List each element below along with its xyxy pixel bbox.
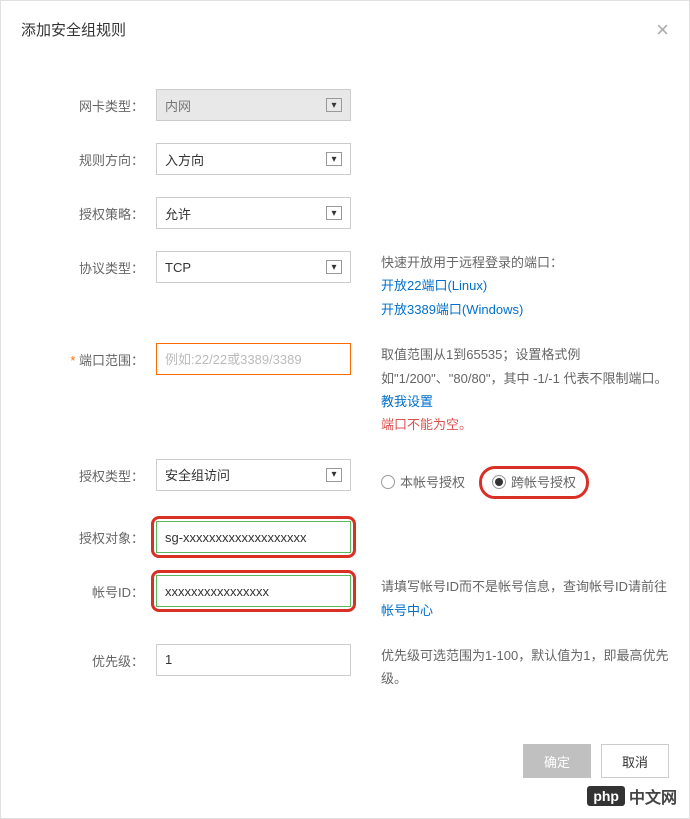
watermark: php 中文网	[587, 784, 677, 808]
chevron-down-icon: ▾	[326, 206, 342, 220]
modal-header: 添加安全组规则 ×	[1, 1, 689, 59]
radio-checked-icon	[492, 475, 506, 489]
account-id-label: 帐号ID：	[21, 575, 156, 601]
auth-object-label: 授权对象：	[21, 521, 156, 547]
auth-type-select[interactable]: 安全组访问 ▾	[156, 459, 351, 491]
radio-label-cross: 跨帐号授权	[511, 471, 576, 494]
auth-type-value: 安全组访问	[165, 465, 230, 484]
form: 网卡类型： 内网 ▾ 规则方向： 入方向 ▾ 授权策略： 允许	[1, 59, 689, 691]
nic-value: 内网	[165, 96, 191, 115]
protocol-select[interactable]: TCP ▾	[156, 251, 351, 283]
port-hint-link[interactable]: 教我设置	[381, 394, 433, 409]
protocol-hint: 快速开放用于远程登录的端口：	[381, 251, 669, 274]
account-id-input[interactable]	[156, 575, 351, 607]
port-hint: 取值范围从1到65535；设置格式例如"1/200"、"80/80"，其中 -1…	[381, 347, 667, 385]
account-id-hint: 请填写帐号ID而不是帐号信息，查询帐号ID请前往	[381, 579, 667, 594]
direction-value: 入方向	[165, 150, 204, 169]
account-center-link[interactable]: 帐号中心	[381, 603, 433, 618]
direction-label: 规则方向：	[21, 143, 156, 169]
port-input[interactable]	[156, 343, 351, 375]
priority-input[interactable]	[156, 644, 351, 676]
protocol-label: 协议类型：	[21, 251, 156, 277]
nic-select[interactable]: 内网 ▾	[156, 89, 351, 121]
open-port-22-link[interactable]: 开放22端口(Linux)	[381, 274, 669, 297]
priority-hint: 优先级可选范围为1-100，默认值为1，即最高优先级。	[351, 644, 669, 691]
close-icon[interactable]: ×	[656, 19, 669, 41]
chevron-down-icon: ▾	[326, 98, 342, 112]
watermark-logo: php	[587, 786, 625, 806]
modal-dialog: 添加安全组规则 × 网卡类型： 内网 ▾ 规则方向： 入方向 ▾ 授权策略：	[0, 0, 690, 819]
port-error: 端口不能为空。	[381, 413, 669, 436]
modal-title: 添加安全组规则	[21, 22, 126, 39]
nic-label: 网卡类型：	[21, 89, 156, 115]
chevron-down-icon: ▾	[326, 468, 342, 482]
policy-label: 授权策略：	[21, 197, 156, 223]
chevron-down-icon: ▾	[326, 152, 342, 166]
port-label: 端口范围：	[21, 343, 156, 369]
protocol-value: TCP	[165, 260, 191, 275]
modal-footer: 确定 取消	[523, 744, 669, 778]
policy-value: 允许	[165, 204, 191, 223]
ok-button[interactable]: 确定	[523, 744, 591, 778]
priority-label: 优先级：	[21, 644, 156, 670]
radio-cross-account[interactable]: 跨帐号授权	[479, 466, 589, 499]
chevron-down-icon: ▾	[326, 260, 342, 274]
auth-type-label: 授权类型：	[21, 459, 156, 485]
cancel-button[interactable]: 取消	[601, 744, 669, 778]
watermark-text: 中文网	[629, 784, 677, 808]
policy-select[interactable]: 允许 ▾	[156, 197, 351, 229]
auth-radio-group: 本帐号授权 跨帐号授权	[381, 459, 669, 499]
direction-select[interactable]: 入方向 ▾	[156, 143, 351, 175]
radio-same-account[interactable]: 本帐号授权	[381, 471, 465, 494]
radio-icon	[381, 475, 395, 489]
auth-object-input[interactable]	[156, 521, 351, 553]
open-port-3389-link[interactable]: 开放3389端口(Windows)	[381, 298, 669, 321]
radio-label-same: 本帐号授权	[400, 471, 465, 494]
